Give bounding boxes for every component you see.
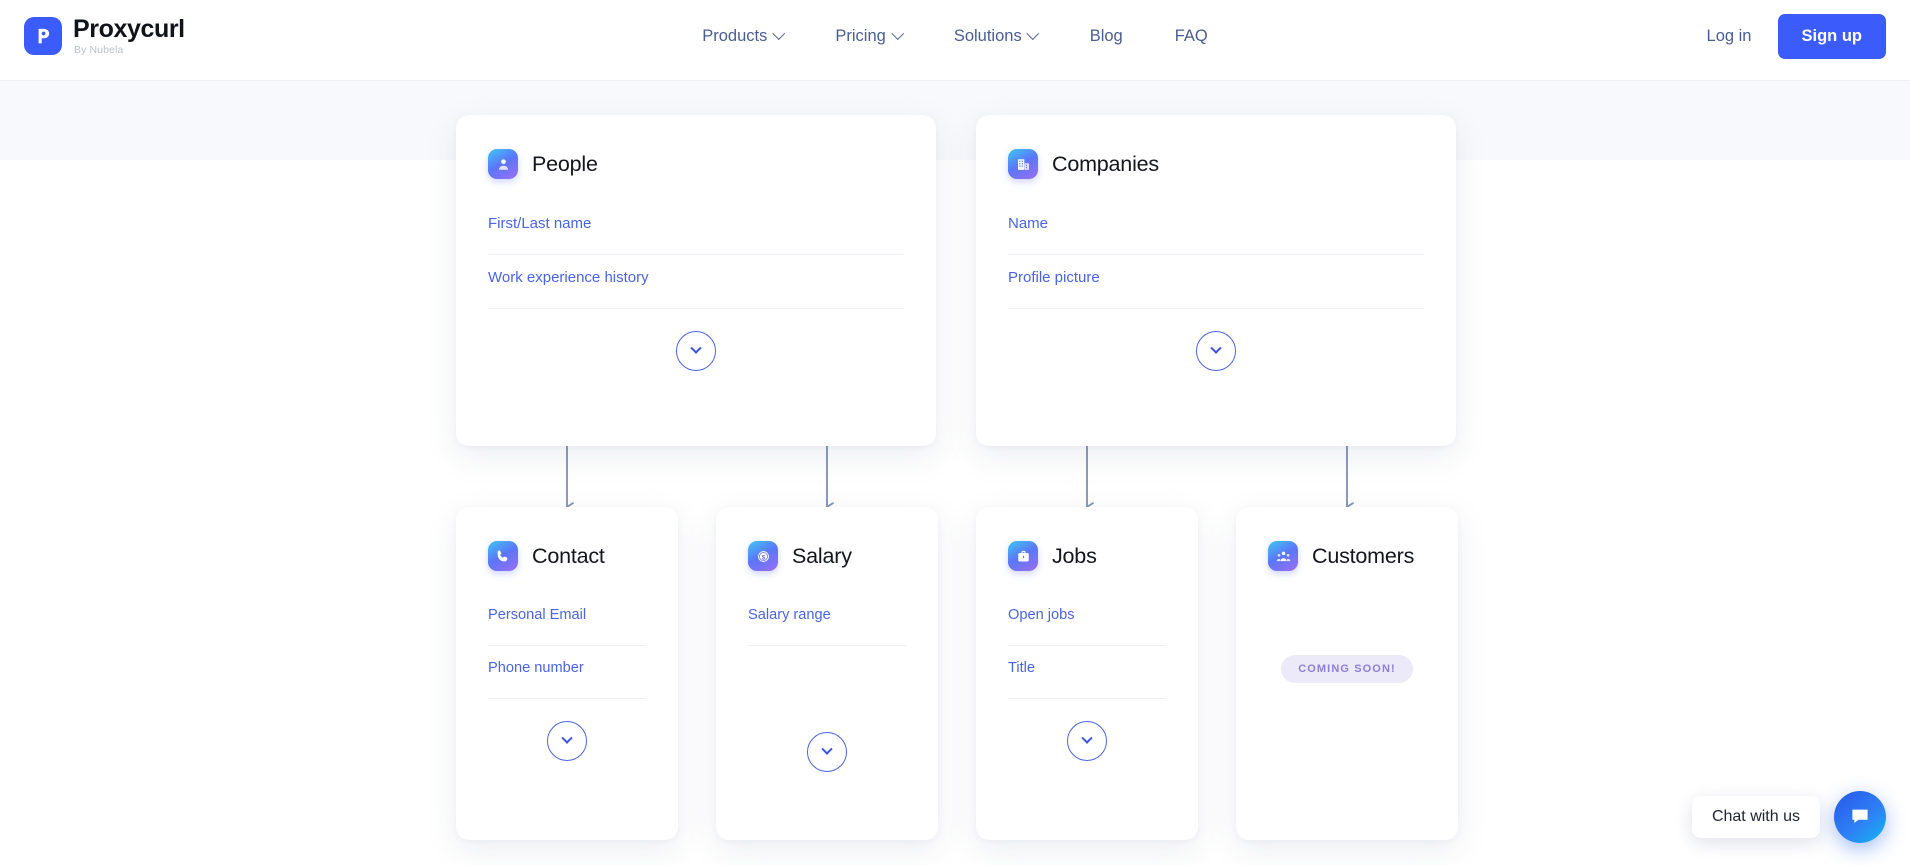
expander-row [456,331,936,371]
brand-logo-link[interactable]: Proxycurl By Nubela [24,17,185,56]
open-chat-button[interactable] [1834,791,1886,843]
building-icon [1008,149,1038,179]
brand-name: Proxycurl [73,17,185,42]
card-header: Jobs [976,507,1198,571]
field-item[interactable]: Personal Email [488,593,646,646]
chat-widget: Chat with us [1692,791,1886,843]
expand-people-card-button[interactable] [676,331,716,371]
people-group-icon [1268,541,1298,571]
page-root: Proxycurl By Nubela Products Pricing Sol… [0,0,1910,865]
entity-card-contact[interactable]: Contact Personal Email Phone number [456,507,678,840]
chat-bubble-icon [1848,804,1872,831]
chevron-down-icon [690,343,701,354]
chevron-down-icon [1210,343,1221,354]
entity-card-people[interactable]: People First/Last name Work experience h… [456,115,936,446]
card-title: Jobs [1052,544,1097,569]
chevron-down-icon [821,744,832,755]
expand-jobs-card-button[interactable] [1067,721,1107,761]
field-item[interactable]: Name [1008,201,1424,255]
nav-item-blog[interactable]: Blog [1090,27,1123,46]
card-header: $ Salary [716,507,938,571]
svg-text:$: $ [761,554,765,561]
field-item[interactable]: Open jobs [1008,593,1166,646]
brand-tagline: By Nubela [74,45,185,56]
phone-icon [488,541,518,571]
person-icon [488,149,518,179]
card-header: Contact [456,507,678,571]
chevron-down-icon [891,27,904,40]
hero-background-band [0,80,1910,160]
card-header: People [456,115,936,179]
nav-item-label: Solutions [954,27,1022,46]
card-title: Companies [1052,152,1159,177]
primary-nav-links: Products Pricing Solutions Blog FAQ [702,27,1208,46]
nav-account-actions: Log in Sign up [1707,14,1886,59]
expander-row [976,331,1456,371]
entity-card-companies[interactable]: Companies Name Profile picture [976,115,1456,446]
expander-row [716,732,938,772]
badge-row: COMING SOON! [1236,655,1458,683]
field-list: Open jobs Title [976,593,1198,699]
expand-salary-card-button[interactable] [807,732,847,772]
status-badge: COMING SOON! [1281,655,1413,683]
proxycurl-p-logo-icon [24,17,62,55]
nav-item-solutions[interactable]: Solutions [954,27,1038,46]
card-title: People [532,152,598,177]
field-list: First/Last name Work experience history [456,201,936,309]
field-item[interactable]: Phone number [488,646,646,699]
nav-item-faq[interactable]: FAQ [1175,27,1208,46]
chevron-down-icon [1027,27,1040,40]
field-list: Personal Email Phone number [456,593,678,699]
nav-item-label: FAQ [1175,27,1208,46]
dollar-coin-icon: $ [748,541,778,571]
expander-row [976,721,1198,761]
top-navigation-bar: Proxycurl By Nubela Products Pricing Sol… [0,0,1910,72]
log-in-link[interactable]: Log in [1707,27,1752,46]
field-item[interactable]: Work experience history [488,255,904,309]
field-list: Salary range [716,593,938,646]
card-header: Customers [1236,507,1458,571]
field-item[interactable]: Title [1008,646,1166,699]
card-title: Customers [1312,544,1414,569]
field-item[interactable]: First/Last name [488,201,904,255]
entity-card-jobs[interactable]: Jobs Open jobs Title [976,507,1198,840]
nav-item-label: Products [702,27,767,46]
entity-card-salary[interactable]: $ Salary Salary range [716,507,938,840]
field-item[interactable]: Salary range [748,593,906,646]
card-header: Companies [976,115,1456,179]
sign-up-button[interactable]: Sign up [1778,14,1887,59]
nav-item-products[interactable]: Products [702,27,783,46]
card-title: Contact [532,544,605,569]
entity-card-customers[interactable]: Customers COMING SOON! [1236,507,1458,840]
chat-prompt-label[interactable]: Chat with us [1692,796,1820,838]
expander-row [456,721,678,761]
nav-item-pricing[interactable]: Pricing [835,27,901,46]
field-list: Name Profile picture [976,201,1456,309]
chevron-down-icon [773,27,786,40]
chevron-down-icon [1081,733,1092,744]
briefcase-icon [1008,541,1038,571]
expand-companies-card-button[interactable] [1196,331,1236,371]
card-title: Salary [792,544,852,569]
nav-item-label: Blog [1090,27,1123,46]
chevron-down-icon [561,733,572,744]
field-item[interactable]: Profile picture [1008,255,1424,309]
expand-contact-card-button[interactable] [547,721,587,761]
nav-item-label: Pricing [835,27,885,46]
